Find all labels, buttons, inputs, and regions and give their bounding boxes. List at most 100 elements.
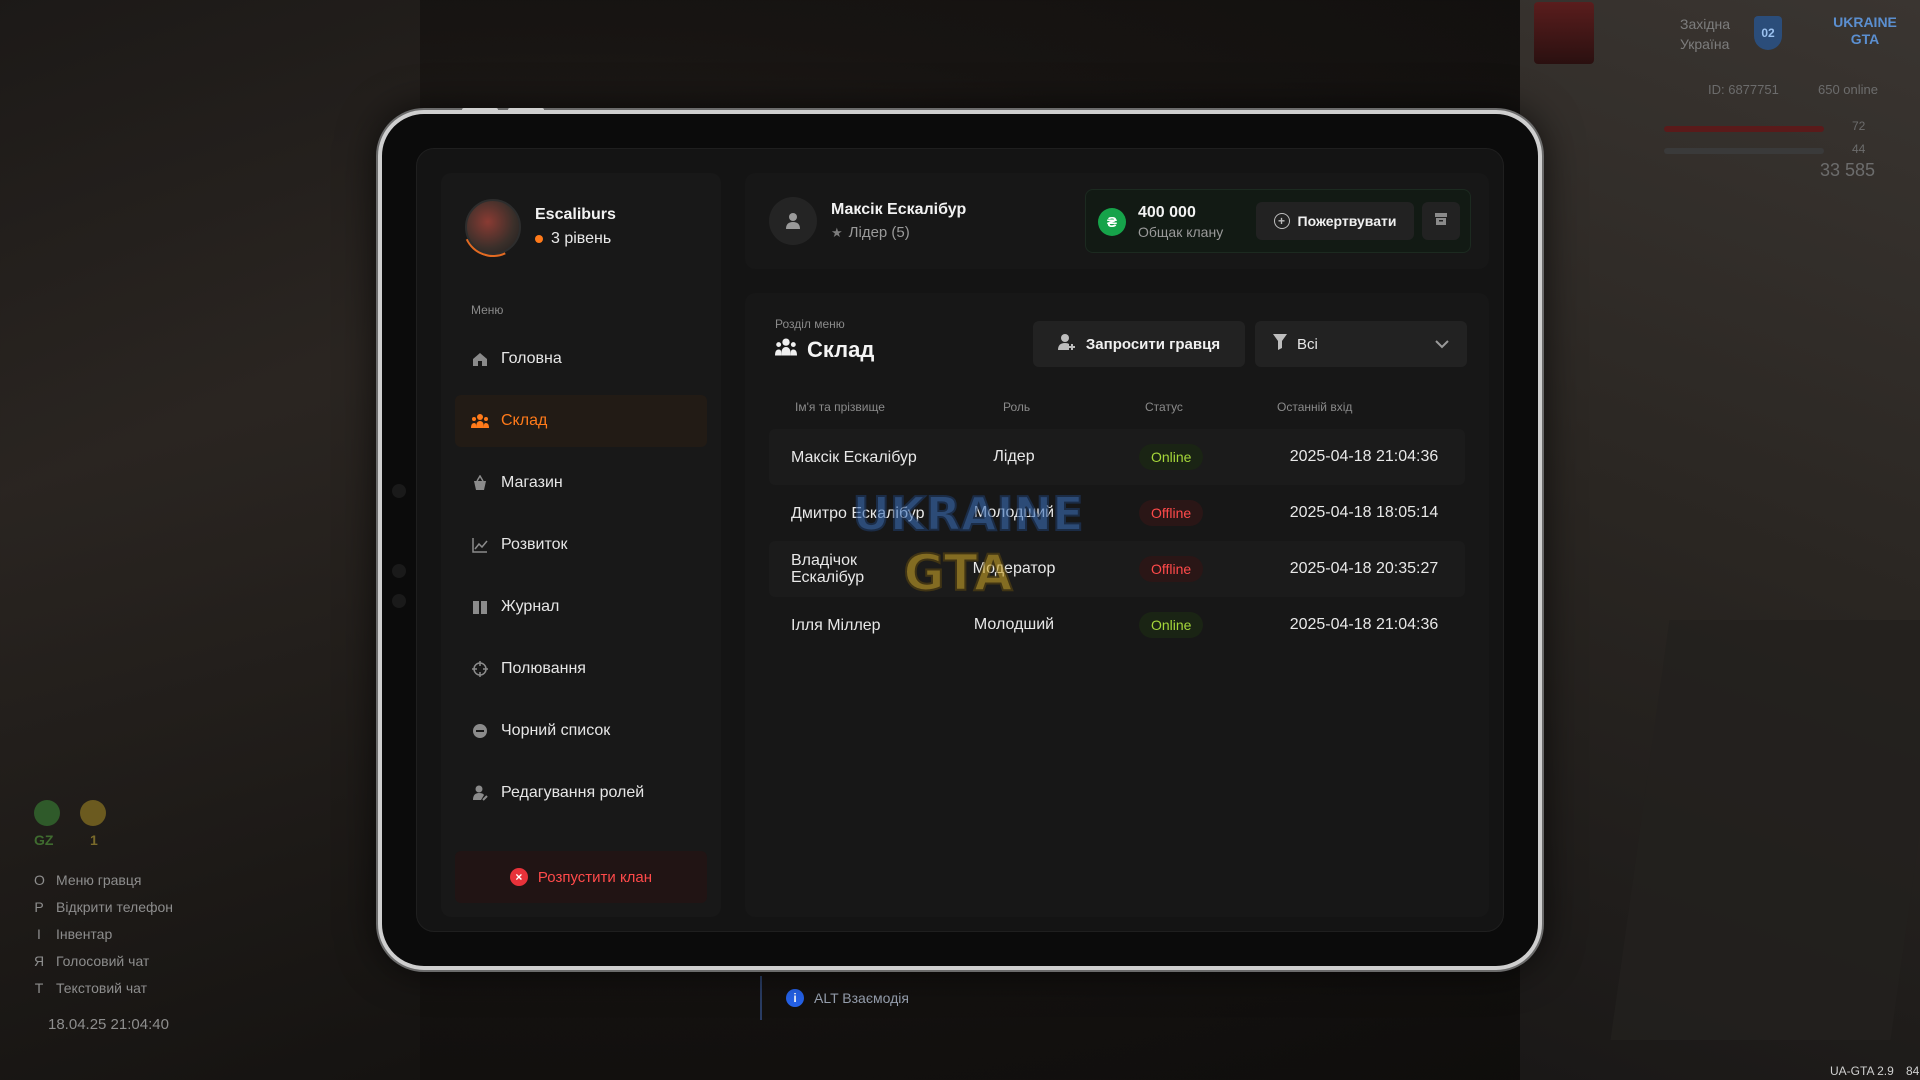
background-left	[0, 0, 420, 1080]
sidebar-item-development[interactable]: Розвиток	[455, 519, 707, 571]
profile-level-text: 3 рівень	[551, 230, 612, 247]
profile-name: Escaliburs	[535, 206, 616, 223]
status-badge: Offline	[1139, 556, 1204, 582]
members-table: Максік Ескалібур Лідер Online 2025-04-18…	[769, 429, 1465, 653]
hud-online: 650 online	[1818, 82, 1878, 97]
current-user: Максік Ескалібур ★ Лідер (5)	[769, 197, 966, 245]
member-last-login: 2025-04-18 21:04:36	[1289, 448, 1439, 465]
section-caption: Розділ меню	[775, 317, 845, 331]
filter-select[interactable]: Всі	[1255, 321, 1467, 367]
hud-money: 33 585	[1820, 160, 1876, 180]
donate-label: Пожертвувати	[1297, 213, 1397, 229]
tablet-button	[462, 108, 498, 112]
version-text: UA-GTA 2.9	[1830, 1064, 1894, 1078]
hud-logo: UKRAINE GTA	[1833, 14, 1897, 47]
close-circle-icon: ×	[509, 868, 528, 886]
table-row[interactable]: Владічок Ескалібур Модератор Offline 202…	[769, 541, 1465, 597]
sidebar-item-edit-roles[interactable]: Редагування ролей	[455, 767, 707, 819]
hud-region-line2: Україна	[1680, 36, 1730, 52]
sidebar-item-hunting[interactable]: Полювання	[455, 643, 707, 695]
status-cell: Offline	[1139, 485, 1204, 541]
member-role: Лідер	[993, 448, 1035, 465]
camera-dot	[392, 594, 406, 608]
table-row[interactable]: Максік Ескалібур Лідер Online 2025-04-18…	[769, 429, 1465, 485]
status-cell: Online	[1139, 429, 1204, 485]
members-icon	[471, 412, 489, 430]
plus-circle-icon: +	[1273, 213, 1290, 229]
invite-player-button[interactable]: Запросити гравця	[1033, 321, 1245, 367]
member-last-login: 2025-04-18 18:05:14	[1289, 504, 1439, 521]
user-edit-icon	[471, 784, 489, 802]
blocked-icon	[471, 722, 489, 740]
sidebar: Escaliburs 3 рівень Меню Головна Склад М…	[441, 173, 721, 917]
sidebar-item-home[interactable]: Головна	[455, 333, 707, 385]
member-name: Дмитро Ескалібур	[791, 504, 925, 522]
member-name: Ілля Міллер	[791, 616, 881, 634]
tablet-button	[508, 108, 544, 112]
hud-armor: 44	[1852, 142, 1866, 156]
region-shield-icon: 02	[1754, 16, 1782, 50]
hud-gz-label: GZ	[34, 832, 54, 848]
armor-bar	[1664, 148, 1824, 154]
user-icon	[769, 197, 817, 245]
status-badge: Online	[1139, 444, 1204, 470]
star-icon: ★	[831, 224, 843, 240]
profile: Escaliburs 3 рівень	[465, 199, 616, 255]
sidebar-item-label: Редагування ролей	[501, 784, 645, 801]
sidebar-item-label: Магазин	[501, 474, 563, 491]
status-cell: Online	[1139, 597, 1204, 653]
user-role: ★ Лідер (5)	[831, 224, 966, 241]
page-title: Склад	[775, 337, 874, 363]
sidebar-item-label: Розвиток	[501, 536, 568, 553]
sidebar-item-members[interactable]: Склад	[455, 395, 707, 447]
clan-header: Максік Ескалібур ★ Лідер (5) ₴ 400 000 О…	[745, 173, 1489, 269]
hud-key-inventory: I Інвентар	[37, 926, 113, 942]
storage-button[interactable]	[1422, 202, 1460, 240]
hud-datetime: 18.04.25 21:04:40	[48, 1016, 169, 1033]
bank-label: Общак клану	[1138, 224, 1224, 240]
status-cell: Offline	[1139, 541, 1204, 597]
profile-level: 3 рівень	[535, 230, 616, 248]
column-header: Останній вхід	[1277, 400, 1353, 414]
camera-dot	[392, 484, 406, 498]
status-badge: Online	[1139, 612, 1204, 638]
donate-button[interactable]: + Пожертвувати	[1256, 202, 1414, 240]
page-title-text: Склад	[807, 337, 875, 362]
status-badge: Offline	[1139, 500, 1204, 526]
add-user-icon	[1057, 333, 1076, 355]
table-row[interactable]: Ілля Міллер Молодший Online 2025-04-18 2…	[769, 597, 1465, 653]
fps-text: 84	[1906, 1064, 1920, 1078]
bank-amount: 400 000	[1138, 204, 1196, 221]
interaction-hint: i ALT Взаємодія	[760, 976, 980, 1020]
menu: Головна Склад Магазин Розвиток Журнал По…	[455, 333, 707, 829]
hud-region-number: 02	[1761, 26, 1775, 40]
column-header: Ім'я та прізвище	[795, 400, 885, 414]
filter-value: Всі	[1297, 335, 1318, 353]
level-dot-icon	[535, 235, 543, 243]
sidebar-item-label: Склад	[501, 412, 548, 429]
info-icon: i	[786, 989, 804, 1007]
hud-portrait	[1534, 2, 1594, 64]
chevron-down-icon	[1435, 336, 1449, 353]
interaction-hint-text: ALT Взаємодія	[814, 990, 909, 1006]
disband-clan-button[interactable]: × Розпустити клан	[455, 851, 707, 903]
member-role: Молодший	[973, 616, 1055, 633]
disband-clan-label: Розпустити клан	[537, 868, 653, 886]
column-header: Роль	[1003, 400, 1031, 414]
user-name: Максік Ескалібур	[831, 201, 967, 218]
hud-key-phone: P Відкрити телефон	[34, 899, 174, 915]
sidebar-item-blacklist[interactable]: Чорний список	[455, 705, 707, 757]
sidebar-item-label: Чорний список	[501, 722, 611, 739]
table-row[interactable]: Дмитро Ескалібур Молодший Offline 2025-0…	[769, 485, 1465, 541]
hud-player-id: ID: 6877751	[1708, 82, 1779, 97]
member-name: Максік Ескалібур	[791, 448, 917, 466]
hud-key-voice: Я Голосовий чат	[34, 953, 150, 969]
sidebar-item-journal[interactable]: Журнал	[455, 581, 707, 633]
roster-panel: Розділ меню Склад Запросити гравця Всі І…	[745, 293, 1489, 917]
member-role: Модератор	[972, 560, 1056, 577]
hud-key-text: T Текстовий чат	[34, 980, 148, 996]
member-last-login: 2025-04-18 21:04:36	[1289, 616, 1439, 633]
book-icon	[471, 598, 489, 616]
hud-health: 72	[1852, 119, 1866, 133]
sidebar-item-shop[interactable]: Магазин	[455, 457, 707, 509]
